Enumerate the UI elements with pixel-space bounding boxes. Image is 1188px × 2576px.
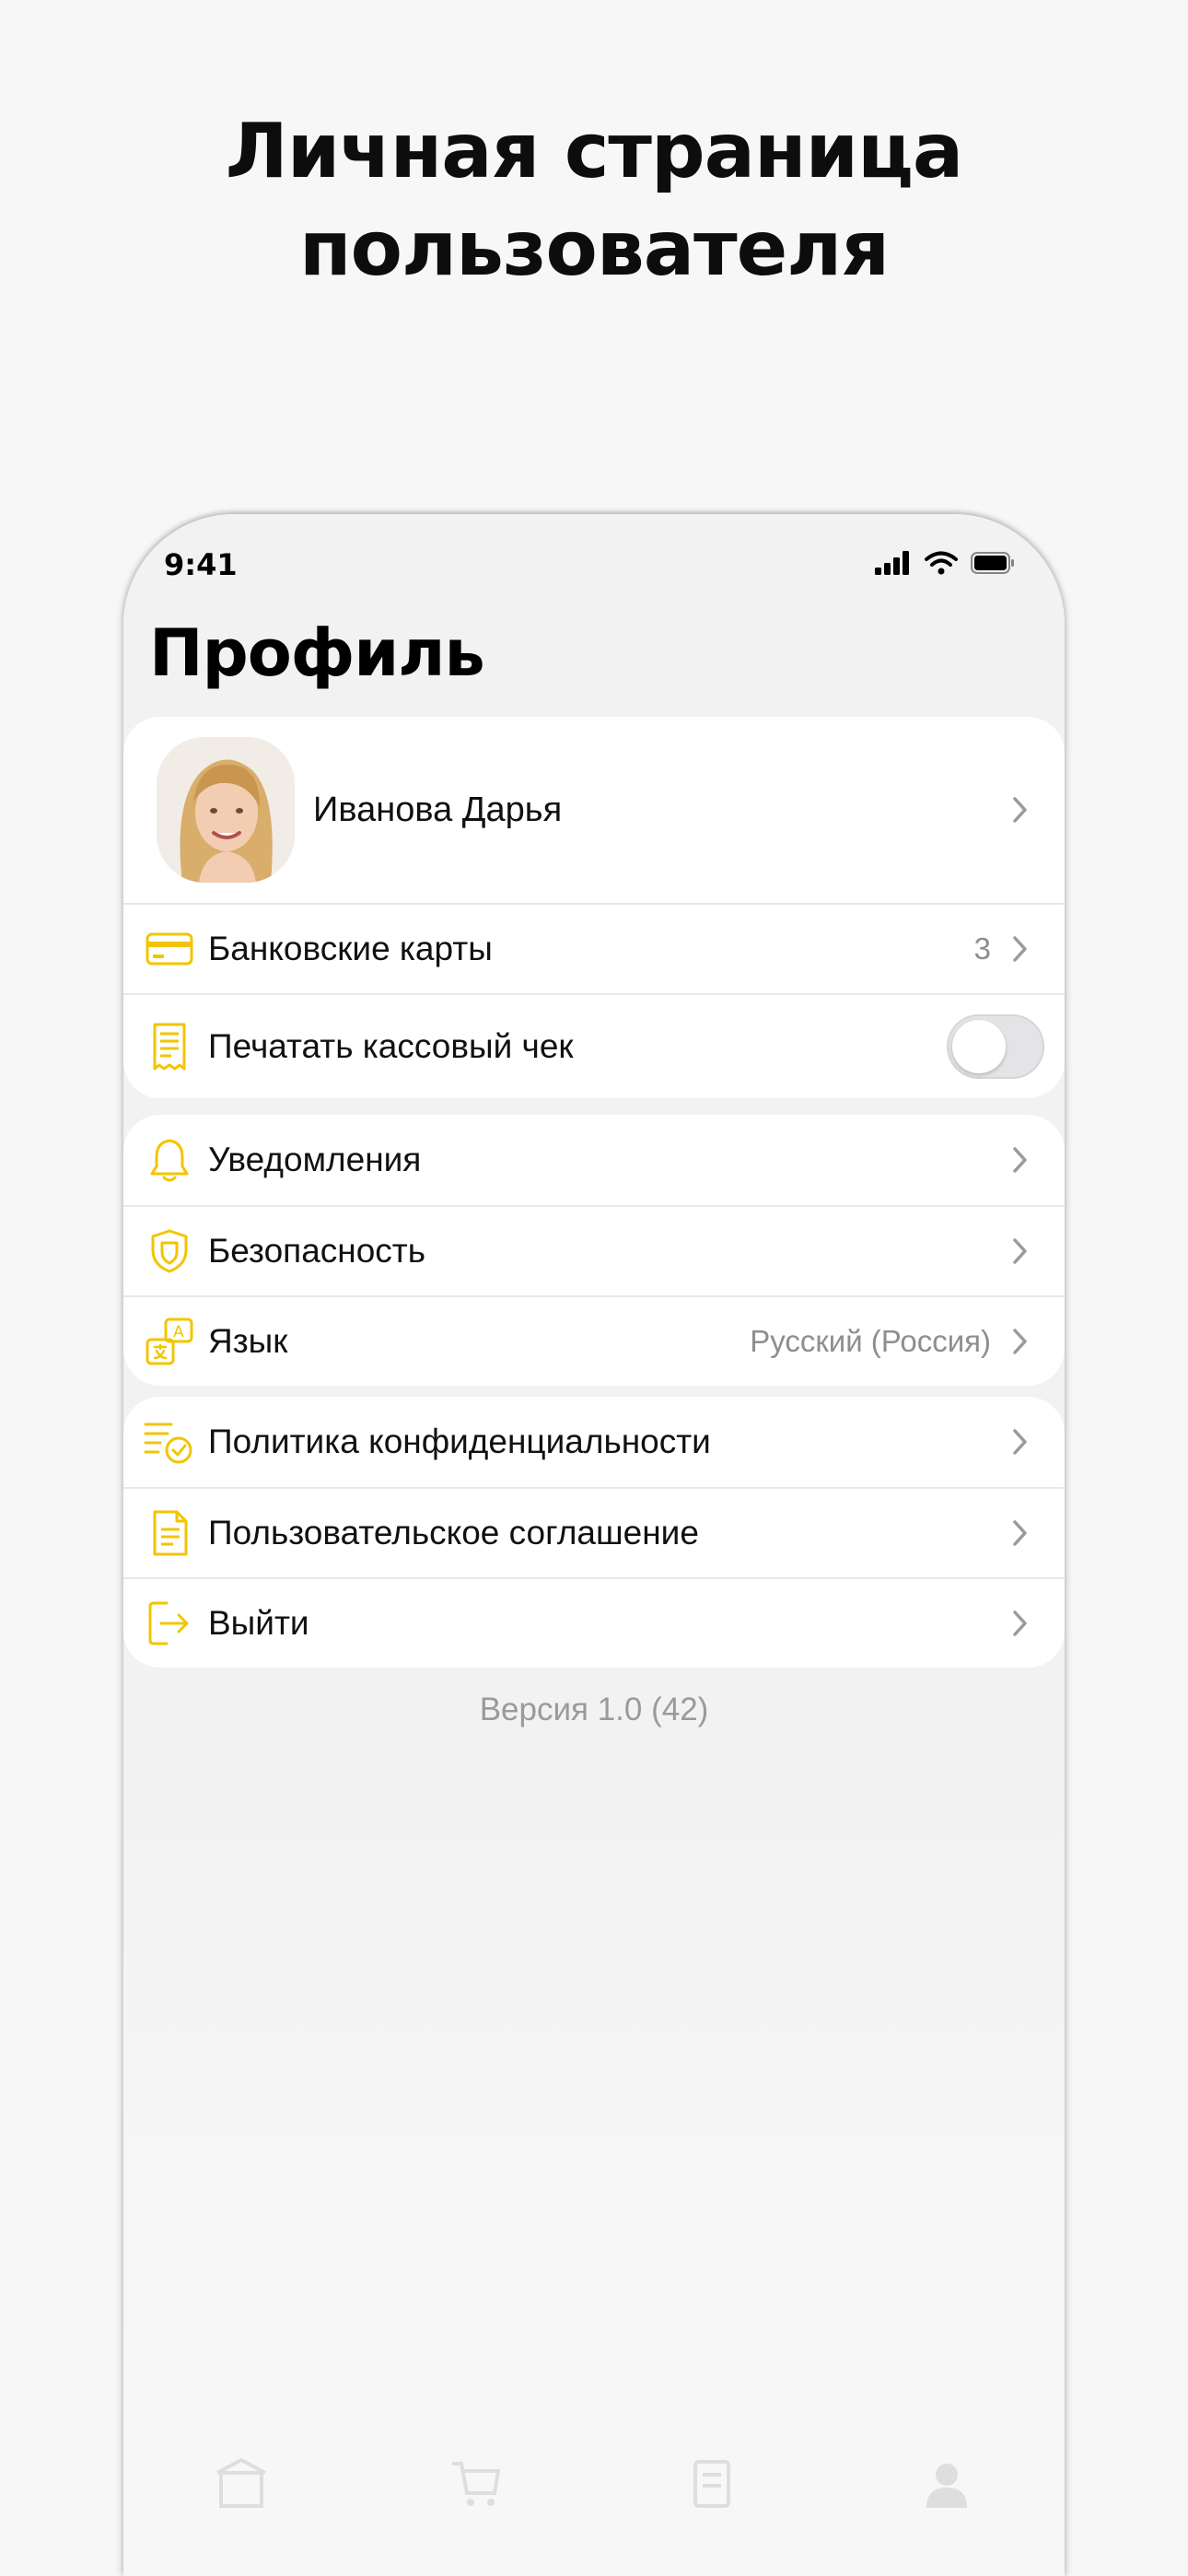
chevron-right-icon [1011, 1143, 1033, 1177]
settings-card: Уведомления Безопасность A Язык Русский … [123, 1115, 1065, 1386]
logout-icon [144, 1598, 195, 1649]
chevron-right-icon [1011, 1516, 1033, 1550]
promo-title: Личная страница пользователя [0, 103, 1188, 299]
promo-title-line1: Личная страница [225, 108, 963, 195]
promo-title-line2: пользователя [299, 205, 890, 293]
chevron-right-icon [1011, 793, 1033, 826]
privacy-policy-icon [144, 1416, 195, 1468]
print-receipt-toggle[interactable] [947, 1014, 1044, 1079]
notifications-label: Уведомления [208, 1141, 422, 1178]
print-receipt-label: Печатать кассовый чек [208, 1027, 574, 1065]
language-value: Русский (Россия) [750, 1324, 991, 1358]
notifications-row[interactable]: Уведомления [123, 1115, 1065, 1205]
logout-row[interactable]: Выйти [123, 1577, 1065, 1668]
receipt-icon [144, 1021, 195, 1072]
translate-icon: A [144, 1316, 195, 1367]
cart-icon [452, 2462, 501, 2506]
orders-icon [693, 2460, 730, 2508]
logout-label: Выйти [208, 1604, 309, 1642]
toggle-knob [952, 1020, 1006, 1073]
cellular-signal-icon [875, 551, 909, 575]
status-icons [875, 547, 1015, 579]
phone-frame: 9:41 Профиль Иванова Дарья Банковские ка… [123, 514, 1065, 2576]
avatar [157, 737, 295, 883]
profile-icon [926, 2464, 968, 2508]
svg-text:A: A [173, 1323, 184, 1341]
chevron-right-icon [1011, 1425, 1033, 1458]
tab-shop[interactable] [149, 2456, 333, 2512]
profile-name: Иванова Дарья [313, 790, 563, 829]
document-icon [144, 1507, 195, 1559]
tab-bar [123, 2456, 1065, 2558]
tab-cart[interactable] [384, 2456, 568, 2512]
shop-icon [215, 2457, 266, 2508]
chevron-right-icon [1011, 1607, 1033, 1640]
bell-icon [144, 1134, 195, 1186]
user-agreement-label: Пользовательское соглашение [208, 1514, 699, 1551]
bank-cards-count: 3 [973, 931, 991, 966]
wifi-icon [925, 551, 958, 575]
user-agreement-row[interactable]: Пользовательское соглашение [123, 1487, 1065, 1577]
privacy-policy-row[interactable]: Политика конфиденциальности [123, 1397, 1065, 1487]
profile-row[interactable]: Иванова Дарья [123, 717, 1065, 903]
chevron-right-icon [1011, 1235, 1033, 1268]
chevron-right-icon [1011, 932, 1033, 966]
print-receipt-row: Печатать кассовый чек [123, 993, 1065, 1098]
user-photo [157, 737, 295, 883]
tab-profile[interactable] [855, 2456, 1039, 2512]
profile-card: Иванова Дарья Банковские карты 3 Печатат… [123, 717, 1065, 1098]
bank-cards-label: Банковские карты [208, 930, 493, 967]
tab-orders[interactable] [620, 2456, 804, 2512]
language-row[interactable]: A Язык Русский (Россия) [123, 1295, 1065, 1386]
security-label: Безопасность [208, 1232, 426, 1270]
privacy-policy-label: Политика конфиденциальности [208, 1423, 711, 1460]
bank-cards-row[interactable]: Банковские карты 3 [123, 903, 1065, 993]
credit-card-icon [144, 923, 195, 975]
app-version: Версия 1.0 (42) [479, 1692, 709, 1727]
status-time: 9:41 [164, 547, 238, 582]
page-title: Профиль [149, 615, 485, 691]
battery-icon [971, 552, 1014, 574]
chevron-right-icon [1011, 1325, 1033, 1358]
bottom-fade [123, 1747, 1065, 2576]
shield-icon [144, 1225, 195, 1277]
legal-card: Политика конфиденциальности Пользователь… [123, 1397, 1065, 1668]
language-label: Язык [208, 1322, 288, 1360]
security-row[interactable]: Безопасность [123, 1205, 1065, 1295]
